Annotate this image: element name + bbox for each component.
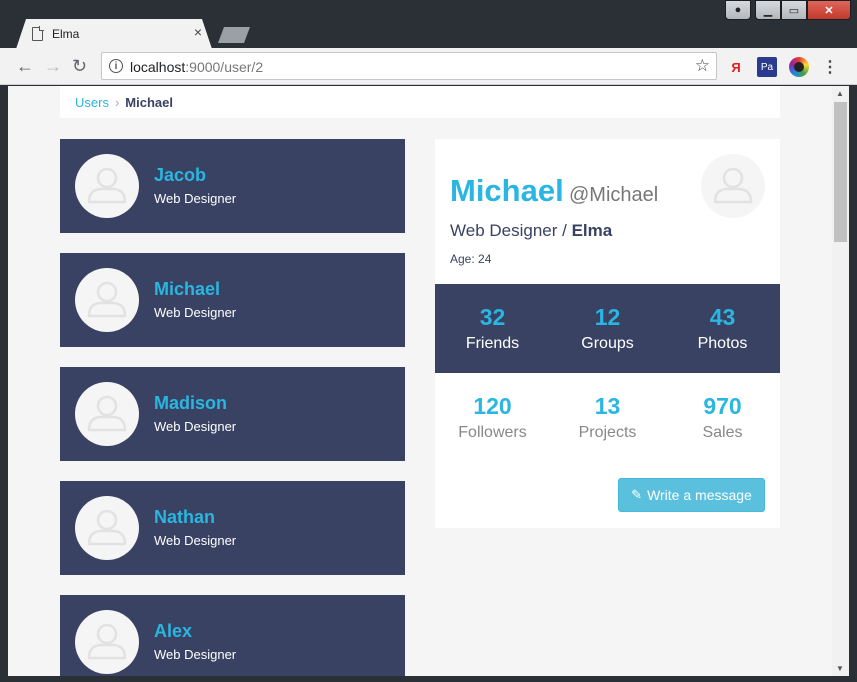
stat-value: 120	[473, 393, 512, 419]
stat-value: 12	[594, 304, 621, 330]
user-role: Web Designer	[154, 419, 237, 434]
stat-label: Followers	[458, 424, 527, 441]
url-text: localhost:9000/user/2	[130, 59, 263, 75]
user-placeholder-icon	[87, 281, 127, 318]
yandex-extension-icon[interactable]: Я	[726, 57, 746, 77]
stat-value: 13	[594, 393, 621, 419]
profile-role: Web Designer / Elma	[450, 221, 612, 241]
scroll-down-icon[interactable]: ▼	[836, 664, 844, 673]
write-message-label: Write a message	[647, 487, 752, 503]
user-avatar	[75, 496, 139, 560]
stat-value: 43	[709, 304, 736, 330]
maximize-button[interactable]: ▭	[781, 0, 807, 20]
stat-value: 970	[703, 393, 742, 419]
stat-projects[interactable]: 13 Projects	[550, 373, 665, 462]
user-card[interactable]: Michael Web Designer	[60, 253, 405, 347]
bookmark-star-icon[interactable]: ☆	[695, 56, 710, 76]
stat-label: Photos	[697, 335, 748, 352]
close-window-button[interactable]: ✕	[807, 0, 851, 20]
page-icon	[32, 26, 44, 41]
stat-label: Sales	[702, 424, 743, 441]
user-placeholder-icon	[713, 167, 753, 204]
stat-groups[interactable]: 12 Groups	[550, 284, 665, 373]
write-message-button[interactable]: ✎ Write a message	[618, 478, 765, 512]
user-role: Web Designer	[154, 647, 237, 662]
photo-extension-icon[interactable]: Pa	[757, 57, 777, 77]
secondary-stats: 120 Followers 13 Projects 970 Sales	[435, 373, 780, 462]
user-name[interactable]: Madison	[154, 393, 227, 414]
window-border	[849, 86, 857, 682]
color-picker-extension-icon[interactable]	[789, 57, 809, 77]
minimize-button[interactable]: ▁	[755, 0, 781, 20]
stat-label: Friends	[465, 335, 520, 352]
user-avatar	[75, 268, 139, 332]
url-host: localhost	[130, 59, 186, 75]
breadcrumb-users-link[interactable]: Users	[75, 95, 109, 110]
user-card[interactable]: Nathan Web Designer	[60, 481, 405, 575]
stat-friends[interactable]: 32 Friends	[435, 284, 550, 373]
stat-followers[interactable]: 120 Followers	[435, 373, 550, 462]
user-avatar	[75, 382, 139, 446]
url-path: :9000/user/2	[185, 59, 264, 75]
tab-title: Elma	[52, 27, 80, 41]
reload-icon[interactable]: ↻	[72, 56, 87, 77]
primary-stats: 32 Friends 12 Groups 43 Photos	[435, 284, 780, 373]
window-border	[0, 86, 8, 682]
browser-tab[interactable]: Elma ×	[16, 19, 212, 49]
user-role: Web Designer	[154, 533, 237, 548]
page-viewport: Users › Michael Jacob Web Designer Michael We…	[8, 86, 832, 676]
window-border	[0, 676, 857, 682]
stat-sales[interactable]: 970 Sales	[665, 373, 780, 462]
user-role: Web Designer	[154, 305, 237, 320]
profile-handle: @Michael	[569, 184, 659, 206]
stat-label: Groups	[581, 335, 634, 352]
user-name[interactable]: Nathan	[154, 507, 215, 528]
user-avatar	[75, 154, 139, 218]
address-bar[interactable]: i localhost:9000/user/2 ☆	[101, 52, 717, 80]
forward-icon[interactable]: →	[44, 56, 62, 77]
user-role: Web Designer	[154, 191, 237, 206]
pencil-icon: ✎	[631, 487, 643, 502]
profile-icon[interactable]: ●	[725, 0, 751, 20]
user-name[interactable]: Alex	[154, 621, 192, 642]
user-card[interactable]: Madison Web Designer	[60, 367, 405, 461]
profile-role-title: Web Designer	[450, 221, 558, 240]
browser-menu-icon[interactable]: ⋮	[822, 57, 838, 77]
stat-photos[interactable]: 43 Photos	[665, 284, 780, 373]
user-card[interactable]: Jacob Web Designer	[60, 139, 405, 233]
user-placeholder-icon	[87, 623, 127, 660]
profile-avatar	[701, 154, 765, 218]
user-name[interactable]: Michael	[154, 279, 220, 300]
browser-titlebar: Elma × ● ▁ ▭ ✕	[0, 0, 857, 49]
breadcrumb: Users › Michael	[60, 86, 780, 118]
stat-value: 32	[479, 304, 506, 330]
profile-age: Age: 24	[450, 252, 492, 266]
tab-close-icon[interactable]: ×	[194, 24, 202, 40]
vertical-scrollbar[interactable]: ▲ ▼	[832, 86, 849, 676]
user-name[interactable]: Jacob	[154, 165, 206, 186]
scroll-up-icon[interactable]: ▲	[836, 89, 844, 98]
user-card[interactable]: Alex Web Designer	[60, 595, 405, 676]
profile-company: Elma	[571, 221, 613, 240]
breadcrumb-current: Michael	[125, 95, 173, 110]
user-avatar	[75, 610, 139, 674]
user-placeholder-icon	[87, 395, 127, 432]
scroll-thumb[interactable]	[834, 102, 847, 242]
window-controls: ● ▁ ▭ ✕	[725, 0, 851, 20]
breadcrumb-separator: ›	[114, 95, 120, 110]
user-placeholder-icon	[87, 509, 127, 546]
profile-role-separator: /	[557, 221, 572, 240]
site-info-icon[interactable]: i	[109, 59, 123, 73]
new-tab-button[interactable]	[218, 27, 250, 43]
browser-toolbar: ← → ↻ i localhost:9000/user/2 ☆ Я Pa ⋮	[0, 48, 857, 85]
profile-card: Michael @Michael Web Designer / Elma Age…	[435, 139, 780, 528]
profile-name: Michael	[450, 173, 564, 208]
back-icon[interactable]: ←	[16, 56, 34, 77]
user-list: Jacob Web Designer Michael Web Designer Madi…	[60, 139, 405, 676]
user-placeholder-icon	[87, 167, 127, 204]
stat-label: Projects	[578, 424, 637, 441]
